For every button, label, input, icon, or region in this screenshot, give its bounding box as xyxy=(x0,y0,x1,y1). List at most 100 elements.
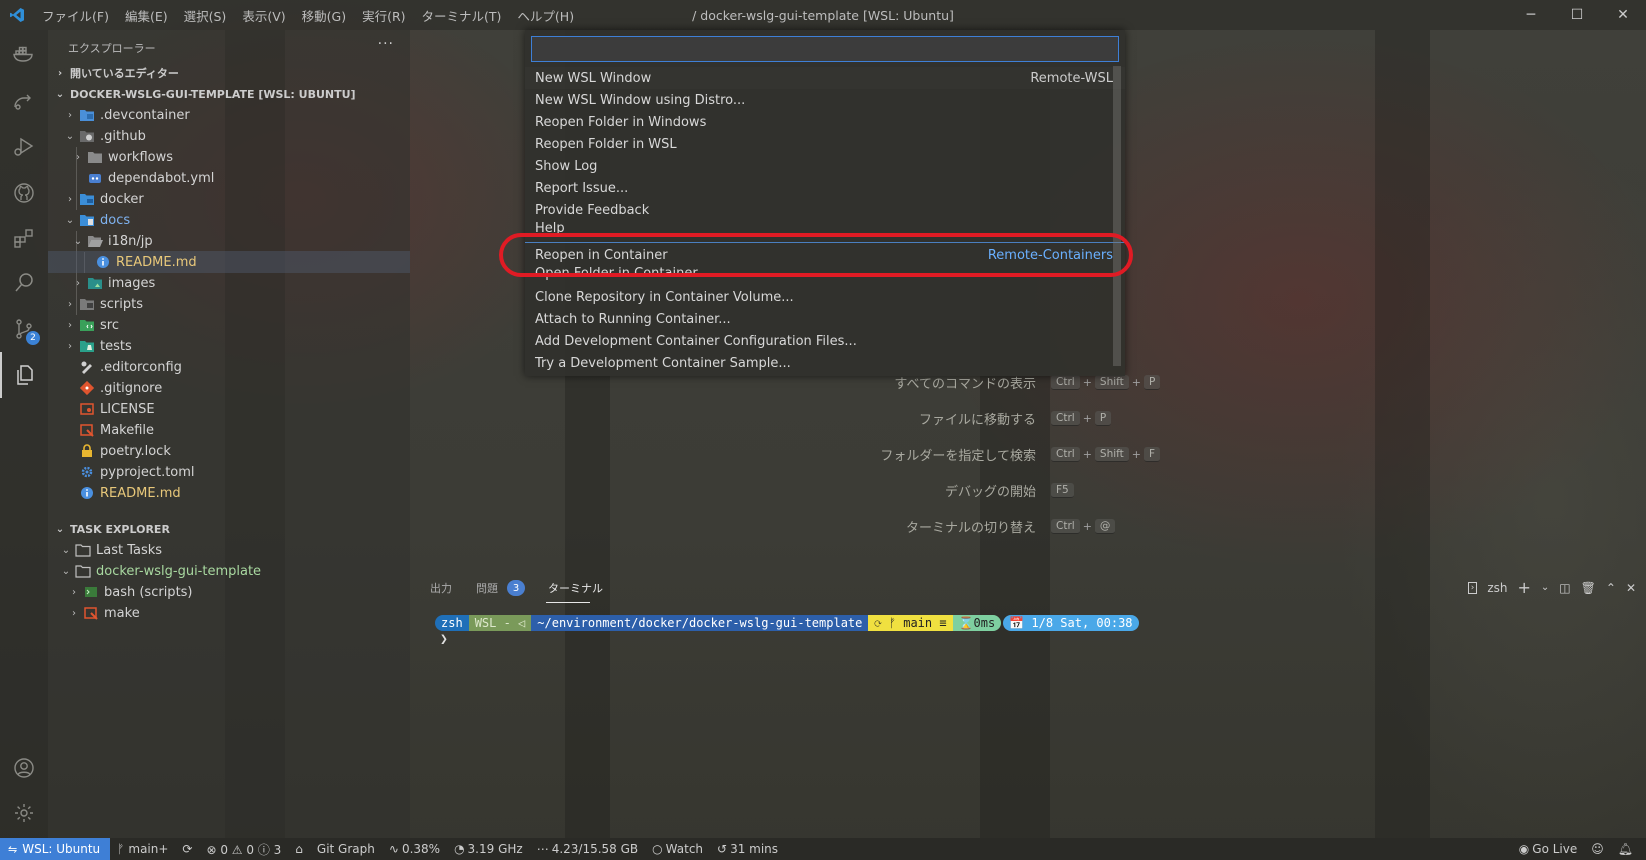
makefile-icon xyxy=(82,605,100,621)
watch-button[interactable]: ○ Watch xyxy=(645,842,710,856)
chevron-down-icon[interactable]: ⌄ xyxy=(1541,582,1549,593)
tree-item-i18n-jp[interactable]: ⌄ i18n/jp xyxy=(48,230,410,252)
copilot-icon[interactable]: ☺ xyxy=(1584,842,1611,856)
tree-item-readme[interactable]: README.md xyxy=(48,482,410,504)
palette-scrollbar[interactable] xyxy=(1113,66,1121,366)
tree-item-workflows[interactable]: › workflows xyxy=(48,146,410,168)
explorer-icon[interactable] xyxy=(0,352,48,398)
docker-icon[interactable] xyxy=(0,30,48,76)
command-item[interactable]: Add Development Container Configuration … xyxy=(525,330,1125,352)
trash-icon[interactable]: 🗑 xyxy=(1581,581,1596,595)
more-actions-icon[interactable]: ··· xyxy=(378,36,394,52)
prompt-exec-time: ⌛0ms xyxy=(952,615,1002,631)
tree-item-scripts[interactable]: › scripts xyxy=(48,293,410,315)
tree-item-src[interactable]: › src xyxy=(48,314,410,336)
tree-item-docker[interactable]: › docker xyxy=(48,188,410,210)
command-item[interactable]: Reopen Folder in Windows xyxy=(525,111,1125,133)
cpu-usage: ∿ 0.38% xyxy=(388,842,441,856)
command-item[interactable]: Clone Repository in Container Volume... xyxy=(525,286,1125,308)
menu-terminal[interactable]: ターミナル(T) xyxy=(414,6,510,25)
prompt-cursor[interactable]: ❯ xyxy=(440,632,448,647)
settings-gear-icon[interactable] xyxy=(0,790,48,836)
folder-src-icon xyxy=(78,317,96,333)
menu-help[interactable]: ヘルプ(H) xyxy=(509,6,582,25)
task-item-project[interactable]: ⌄ docker-wslg-gui-template xyxy=(48,560,410,582)
command-item[interactable]: New WSL Window Remote-WSL xyxy=(525,67,1125,89)
command-item[interactable]: Reopen Folder in WSL xyxy=(525,133,1125,155)
tree-item-devcontainer[interactable]: › .devcontainer xyxy=(48,104,410,126)
task-item-bash-scripts[interactable]: › bash (scripts) xyxy=(48,581,410,603)
tab-output[interactable]: 出力 xyxy=(430,580,452,596)
menu-run[interactable]: 実行(R) xyxy=(354,6,413,25)
terminal-icon: › xyxy=(1467,581,1478,594)
menu-selection[interactable]: 選択(S) xyxy=(176,6,235,25)
accounts-icon[interactable] xyxy=(0,745,48,791)
command-item[interactable]: Open Folder in Container... xyxy=(525,267,1125,281)
command-item[interactable]: Try a Development Container Sample... xyxy=(525,352,1125,374)
sync-button[interactable]: ⟳ xyxy=(175,842,199,856)
split-terminal-icon[interactable]: ◫ xyxy=(1559,581,1570,595)
folder-images-icon xyxy=(86,275,104,291)
task-item-make[interactable]: › make xyxy=(48,602,410,624)
command-item[interactable]: New WSL Window using Distro... xyxy=(525,89,1125,111)
task-explorer-header[interactable]: ⌄ TASK EXPLORER xyxy=(48,518,410,540)
tab-terminal[interactable]: ターミナル xyxy=(548,580,603,596)
close-button[interactable]: ✕ xyxy=(1600,0,1646,30)
menu-file[interactable]: ファイル(F) xyxy=(34,6,117,25)
tree-item-license[interactable]: LICENSE xyxy=(48,398,410,420)
minimize-button[interactable]: ─ xyxy=(1508,0,1554,30)
search-icon[interactable] xyxy=(0,260,48,306)
command-item[interactable]: Attach to Running Container... xyxy=(525,308,1125,330)
remote-explorer-icon[interactable] xyxy=(0,78,48,124)
command-item-reopen-in-container[interactable]: Reopen in Container Remote-Containers xyxy=(525,244,1125,266)
command-palette-input[interactable] xyxy=(531,36,1119,62)
command-item[interactable]: Help xyxy=(525,219,1125,237)
tree-item-images[interactable]: › images xyxy=(48,272,410,294)
command-item[interactable]: Show Log xyxy=(525,155,1125,177)
gauge-icon: ◔ xyxy=(454,842,465,856)
task-item-last-tasks[interactable]: ⌄ Last Tasks xyxy=(48,539,410,561)
menu-edit[interactable]: 編集(E) xyxy=(117,6,176,25)
tab-problems[interactable]: 問題 xyxy=(476,580,498,596)
close-panel-icon[interactable]: ✕ xyxy=(1626,581,1636,595)
prompt-datetime: 📅 1/8 Sat, 00:38 xyxy=(1003,615,1139,631)
tree-item-pyproject[interactable]: pyproject.toml xyxy=(48,461,410,483)
info-file-icon xyxy=(78,485,96,501)
go-live-button[interactable]: ◉ Go Live xyxy=(1512,842,1584,856)
tree-item-tests[interactable]: › tests xyxy=(48,335,410,357)
tree-item-makefile[interactable]: Makefile xyxy=(48,419,410,441)
menu-go[interactable]: 移動(G) xyxy=(294,6,354,25)
tree-item-editorconfig[interactable]: .editorconfig xyxy=(48,356,410,378)
shortcut-start-debug: デバッグの開始 F5 xyxy=(836,480,1077,500)
command-item[interactable]: Provide Feedback xyxy=(525,199,1125,221)
command-item[interactable]: Report Issue... xyxy=(525,177,1125,199)
maximize-panel-icon[interactable]: ⌃ xyxy=(1606,581,1616,595)
tree-item-docs[interactable]: ⌄ docs xyxy=(48,209,410,231)
window-controls: ─ ☐ ✕ xyxy=(1508,0,1646,30)
extensions-icon[interactable] xyxy=(0,215,48,261)
git-graph-button[interactable]: Git Graph xyxy=(310,842,382,856)
terminal-name[interactable]: zsh xyxy=(1487,581,1507,595)
remote-indicator[interactable]: ⇋ WSL: Ubuntu xyxy=(0,838,111,860)
explorer-sidebar: エクスプローラー ··· › 開いているエディター ⌄ DOCKER-WSLG-… xyxy=(48,30,410,838)
problems-status[interactable]: ⊗ 0 ⚠ 0 ⓘ 3 xyxy=(199,841,288,858)
run-debug-icon[interactable] xyxy=(0,124,48,170)
home-icon[interactable]: ⌂ xyxy=(288,842,310,856)
source-control-icon[interactable]: 2 xyxy=(0,306,48,352)
maximize-button[interactable]: ☐ xyxy=(1554,0,1600,30)
lock-icon xyxy=(78,443,96,459)
tree-item-poetry-lock[interactable]: poetry.lock xyxy=(48,440,410,462)
tree-item-gitignore[interactable]: .gitignore xyxy=(48,377,410,399)
workspace-label: DOCKER-WSLG-GUI-TEMPLATE [WSL: UBUNTU] xyxy=(70,87,356,101)
tree-item-readme-jp[interactable]: README.md xyxy=(48,251,410,273)
new-terminal-icon[interactable]: + xyxy=(1518,578,1531,597)
git-branch[interactable]: ᚠ main+ xyxy=(110,842,175,856)
notifications-bell-icon[interactable]: 🔔︎ xyxy=(1611,842,1640,856)
tree-item-github[interactable]: ⌄ .github xyxy=(48,125,410,147)
panel-tab-bar: 出力 問題 3 ターミナル › zsh + ⌄ ◫ 🗑 ⌃ ✕ xyxy=(410,572,1646,604)
open-editors-header[interactable]: › 開いているエディター xyxy=(48,62,410,84)
github-icon[interactable] xyxy=(0,170,48,216)
menu-view[interactable]: 表示(V) xyxy=(234,6,293,25)
tree-item-dependabot[interactable]: dependabot.yml xyxy=(48,167,410,189)
workspace-header[interactable]: ⌄ DOCKER-WSLG-GUI-TEMPLATE [WSL: UBUNTU] xyxy=(48,83,410,105)
